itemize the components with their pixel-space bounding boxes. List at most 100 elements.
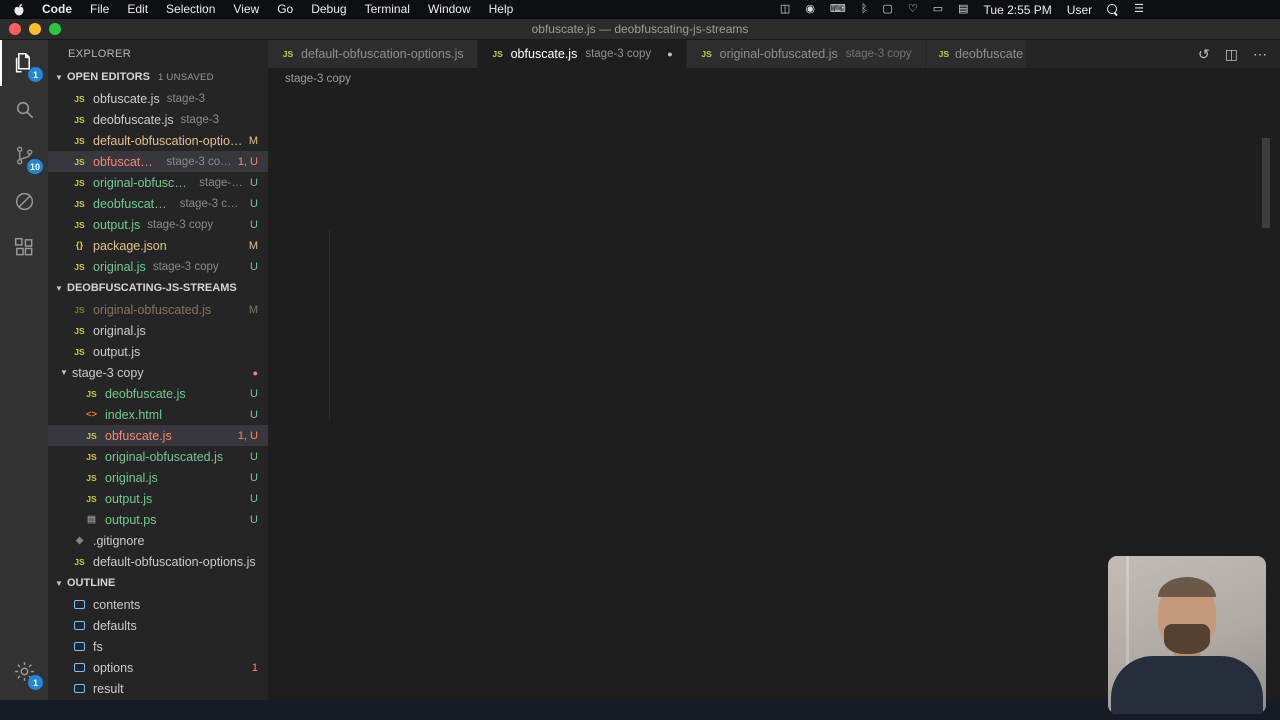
- minimize-button[interactable]: [29, 23, 41, 35]
- outline-symbol-contents[interactable]: contents: [48, 594, 268, 615]
- keyboard-icon[interactable]: ⌨: [830, 0, 846, 19]
- workbench: 1 10 1 EXPLORER ▼ OPEN EDITORS 1 UNSAVED …: [0, 40, 1280, 700]
- tab-deobfuscate[interactable]: JS deobfuscate: [925, 40, 1026, 68]
- activity-item-debug[interactable]: [0, 178, 48, 224]
- symbol-name: fs: [93, 639, 103, 654]
- menu-item-go[interactable]: Go: [268, 0, 302, 19]
- menu-status-icons: ◫ ◉ ⌨ ᛒ ▢ ♡ ▭ ▤: [780, 0, 969, 19]
- js-file-icon: JS: [282, 49, 294, 59]
- file-name: deobfuscate.js: [93, 196, 173, 211]
- display-mirroring-icon[interactable]: ◫: [780, 0, 790, 19]
- menu-user[interactable]: User: [1067, 3, 1092, 17]
- outline-list: contents defaults fs options 1 result: [48, 594, 268, 699]
- activity-badge: 10: [26, 159, 43, 174]
- bluetooth-icon[interactable]: ᛒ: [861, 0, 868, 19]
- outline-symbol-defaults[interactable]: defaults: [48, 615, 268, 636]
- activity-badge: 1: [28, 675, 43, 690]
- menu-item-terminal[interactable]: Terminal: [356, 0, 419, 19]
- open-editors-header[interactable]: ▼ OPEN EDITORS 1 UNSAVED: [48, 66, 268, 88]
- window-title-bar[interactable]: obfuscate.js — deobfuscating-js-streams: [0, 19, 1280, 40]
- close-button[interactable]: [9, 23, 21, 35]
- file-folder-hint: stage-3: [180, 113, 219, 126]
- tab-default-obfuscation-options.js[interactable]: JS default-obfuscation-options.js: [268, 40, 477, 68]
- workspace-folder-header[interactable]: ▼ DEOBFUSCATING-JS-STREAMS: [48, 277, 268, 299]
- file-name: original.js: [93, 323, 146, 338]
- outline-symbol-options[interactable]: options 1: [48, 657, 268, 678]
- symbol-variable-icon: [74, 663, 85, 672]
- file-output.js[interactable]: JS output.js U: [48, 488, 268, 509]
- control-center-icon[interactable]: ☰: [1134, 0, 1144, 19]
- open-editor-original.js[interactable]: JS original.js stage-3 copy U: [48, 256, 268, 277]
- open-editor-deobfuscate.js[interactable]: JS deobfuscate.js stage-3 copy U: [48, 193, 268, 214]
- file-default-obfuscation-options.js[interactable]: JS default-obfuscation-options.js: [48, 551, 268, 572]
- tab-original-obfuscated.js[interactable]: JS original-obfuscated.js stage-3 copy: [686, 40, 925, 68]
- menu-item-file[interactable]: File: [81, 0, 118, 19]
- menu-item-edit[interactable]: Edit: [118, 0, 157, 19]
- split-editor-icon[interactable]: ◫: [1225, 46, 1238, 63]
- git-decoration: U: [250, 260, 258, 273]
- screen-record-icon[interactable]: ◉: [805, 0, 815, 19]
- folder-stage-3 copy[interactable]: ▼ stage-3 copy ●: [48, 362, 268, 383]
- file-name: output.ps: [105, 512, 157, 527]
- file-name: obfuscate.js: [105, 428, 172, 443]
- open-editor-package.json[interactable]: {} package.json M: [48, 235, 268, 256]
- battery-icon[interactable]: ▭: [933, 0, 943, 19]
- open-editor-output.js[interactable]: JS output.js stage-3 copy U: [48, 214, 268, 235]
- file-name: original.js: [105, 470, 158, 485]
- breadcrumb-stage-3-copy[interactable]: stage-3 copy: [285, 73, 351, 85]
- activity-item-explorer[interactable]: 1: [0, 40, 48, 86]
- file-original-obfuscated.js[interactable]: JS original-obfuscated.js U: [48, 446, 268, 467]
- chevron-down-icon: ▼: [60, 368, 68, 377]
- file-name: original.js: [93, 259, 146, 274]
- outline-title: OUTLINE: [67, 577, 116, 589]
- file-original.js[interactable]: JS original.js: [48, 320, 268, 341]
- open-editors-list: JS obfuscate.js stage-3 JS deobfuscate.js sta…: [48, 88, 268, 277]
- apple-menu-icon[interactable]: [0, 3, 33, 17]
- activity-item-source-control[interactable]: 10: [0, 132, 48, 178]
- stage-manager-icon[interactable]: ▤: [958, 0, 968, 19]
- open-editor-obfuscate.js[interactable]: JS obfuscate.js stage-3 copy 1, U: [48, 151, 268, 172]
- outline-symbol-result[interactable]: result: [48, 678, 268, 699]
- menu-item-window[interactable]: Window: [419, 0, 480, 19]
- editor-scrollbar[interactable]: [1262, 138, 1270, 228]
- file-deobfuscate.js[interactable]: JS deobfuscate.js U: [48, 383, 268, 404]
- menu-item-help[interactable]: Help: [480, 0, 523, 19]
- outline-symbol-fs[interactable]: fs: [48, 636, 268, 657]
- file-obfuscate.js[interactable]: JS obfuscate.js 1, U: [48, 425, 268, 446]
- menu-item-view[interactable]: View: [224, 0, 268, 19]
- menu-clock[interactable]: Tue 2:55 PM: [984, 3, 1052, 17]
- open-editor-obfuscate.js[interactable]: JS obfuscate.js stage-3: [48, 88, 268, 109]
- more-actions-icon[interactable]: ⋯: [1253, 46, 1267, 63]
- open-editors-title: OPEN EDITORS: [67, 71, 150, 83]
- spotlight-icon[interactable]: [1107, 3, 1119, 16]
- file-output.js[interactable]: JS output.js: [48, 341, 268, 362]
- menu-item-code[interactable]: Code: [33, 0, 81, 19]
- open-editor-deobfuscate.js[interactable]: JS deobfuscate.js stage-3: [48, 109, 268, 130]
- zoom-button[interactable]: [49, 23, 61, 35]
- file-original.js[interactable]: JS original.js U: [48, 467, 268, 488]
- file-index.html[interactable]: <> index.html U: [48, 404, 268, 425]
- file-original-obfuscated.js[interactable]: JS original-obfuscated.js M: [48, 299, 268, 320]
- display-icon[interactable]: ▢: [882, 0, 892, 19]
- activity-item-search[interactable]: [0, 86, 48, 132]
- symbol-variable-icon: [74, 642, 85, 651]
- tabs: JS default-obfuscation-options.js JS obfusc…: [268, 40, 1027, 68]
- symbol-name: options: [93, 660, 134, 675]
- open-editor-original-obfuscated.js[interactable]: JS original-obfuscated.js stage-3 copy U: [48, 172, 268, 193]
- tab-obfuscate.js[interactable]: JS obfuscate.js stage-3 copy ●: [477, 40, 686, 68]
- open-editor-default-obfuscation-options.js[interactable]: JS default-obfuscation-options.js M: [48, 130, 268, 151]
- file-name: original-obfuscated.js: [93, 302, 212, 317]
- activity-item-extensions[interactable]: [0, 224, 48, 270]
- js-file-icon: JS: [74, 556, 85, 567]
- macos-menu-bar: Code File Edit Selection View Go Debug Terminal…: [0, 0, 1280, 19]
- file-output.ps[interactable]: ▤ output.ps U: [48, 509, 268, 530]
- activity-item-settings[interactable]: 1: [0, 648, 48, 694]
- sync-changes-icon[interactable]: ↺: [1198, 46, 1210, 63]
- js-file-icon: JS: [701, 49, 712, 59]
- problem-count-badge: 1: [251, 661, 258, 674]
- heart-icon[interactable]: ♡: [908, 0, 918, 19]
- file-.gitignore[interactable]: ◈ .gitignore: [48, 530, 268, 551]
- menu-item-selection[interactable]: Selection: [157, 0, 224, 19]
- menu-item-debug[interactable]: Debug: [302, 0, 355, 19]
- outline-header[interactable]: ▼ OUTLINE: [48, 572, 268, 594]
